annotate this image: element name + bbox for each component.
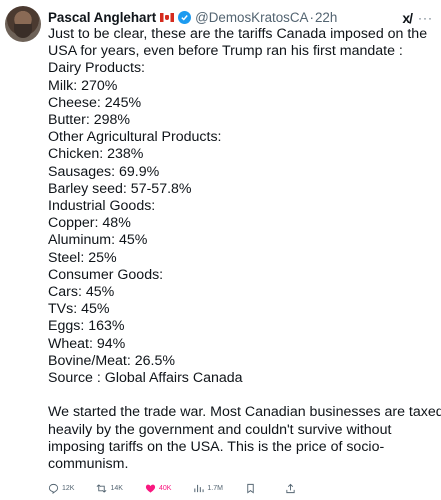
tweet-line: Sausages: 69.9% [48,163,160,180]
bookmark-icon [247,483,254,494]
repost-button[interactable]: 14K [96,483,123,494]
repost-count: 14K [110,484,123,492]
tweet-line: Butter: 298% [48,112,131,129]
tweet-line: communism. [48,456,129,473]
tweet-line: Industrial Goods: [48,198,156,215]
tweet-line: Consumer Goods: [48,266,164,283]
reply-count: 12K [62,484,75,492]
like-count: 40K [158,484,172,492]
tweet-line: Aluminum: 45% [48,232,148,249]
verified-badge-icon [178,11,192,24]
tweet-line: TVs: 45% [48,301,110,318]
tweet-line: imposing tariffs on the USA. This is the… [48,438,385,455]
tweet-line: We started the trade war. Most Canadian … [48,404,441,421]
action-bar: 12K 14K 40K 1.7M [48,480,308,496]
tweet-line: USA for years, even before Trump ran his… [48,43,403,60]
tweet-line: Other Agricultural Products: [48,129,222,146]
views-button[interactable]: 1.7M [193,483,223,494]
reply-icon [48,483,59,494]
tweet-line: Cheese: 245% [48,94,142,111]
avatar[interactable] [5,6,41,42]
more-options-icon[interactable]: ··· [418,11,433,25]
tweet-line: Chicken: 238% [48,146,144,163]
tweet-line: Steel: 25% [48,249,117,266]
tweet-line: Barley seed: 57-57.8% [48,180,192,197]
tweet-line: Dairy Products: [48,60,145,77]
tweet-line: heavily by the government and couldn't s… [48,421,392,438]
tweet-line: Wheat: 94% [48,335,126,352]
bookmark-button[interactable] [245,483,259,494]
heart-icon [145,484,156,493]
tweet-line: Eggs: 163% [48,318,125,335]
reply-button[interactable]: 12K [48,483,74,494]
repost-icon [97,484,107,492]
tweet-line: Source : Global Affairs Canada [48,370,243,387]
views-count: 1.7M [207,484,223,492]
tweet-line: Bovine/Meat: 26.5% [48,352,175,369]
grok-icon[interactable]: x/ [402,10,413,26]
tweet-line: Cars: 45% [48,284,115,301]
tweet-line: Just to be clear, these are the tariffs … [48,26,428,42]
tweet-text: Just to be clear, these are the tariffs … [48,26,441,473]
avatar-beard [14,24,32,38]
share-icon [286,483,295,493]
separator-dot: · [309,10,314,25]
timestamp[interactable]: 22h [315,10,337,25]
author-handle[interactable]: @DemosKratosCA [195,10,308,25]
tweet-line: Copper: 48% [48,215,131,232]
views-icon [194,484,204,492]
tweet-header: Pascal Anglehart @DemosKratosCA · 22h x/… [48,9,433,26]
share-button[interactable] [285,483,299,494]
canada-flag-icon [160,13,175,22]
tweet-line: Milk: 270% [48,77,118,94]
like-button[interactable]: 40K [145,483,171,494]
author-name[interactable]: Pascal Anglehart [48,10,156,25]
